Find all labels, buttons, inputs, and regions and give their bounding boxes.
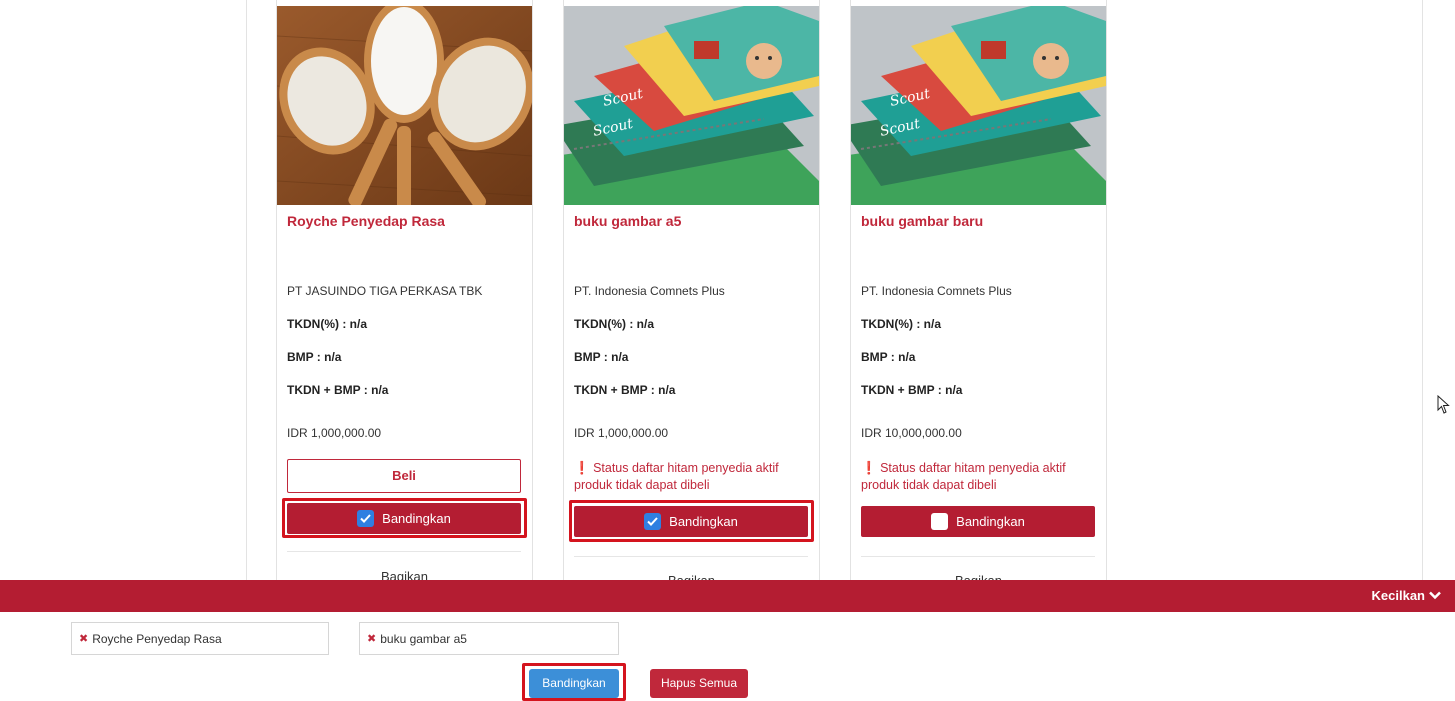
selected-item-label: buku gambar a5: [380, 631, 467, 646]
bmp-value: BMP : n/a: [287, 350, 342, 364]
bmp-value: BMP : n/a: [861, 350, 916, 364]
product-price: IDR 1,000,000.00: [574, 426, 669, 440]
compare-label: Bandingkan: [382, 511, 451, 526]
divider: [287, 551, 521, 552]
warning-text: Status daftar hitam penyedia aktif produ…: [574, 461, 779, 492]
product-card: Scout Scout buku gambar baru PT. Indones…: [850, 0, 1107, 588]
tkdn-value: TKDN(%) : n/a: [287, 317, 367, 331]
vendor-name: PT JASUINDO TIGA PERKASA TBK: [287, 284, 483, 298]
product-card: Scout Scout buku gambar a5 PT. Indonesia…: [563, 0, 820, 588]
compare-label: Bandingkan: [956, 514, 1025, 529]
divider: [574, 556, 808, 557]
product-image[interactable]: [277, 6, 532, 205]
remove-icon[interactable]: ✖: [79, 632, 88, 645]
compare-bar: Kecilkan: [0, 580, 1455, 612]
remove-icon[interactable]: ✖: [367, 632, 376, 645]
compare-selected-item: ✖ Royche Penyedap Rasa: [71, 622, 329, 655]
product-image[interactable]: Scout Scout: [564, 6, 819, 205]
product-title[interactable]: buku gambar baru: [861, 213, 983, 229]
product-price: IDR 10,000,000.00: [861, 426, 962, 440]
tkdn-bmp-value: TKDN + BMP : n/a: [574, 383, 676, 397]
compare-submit-button[interactable]: Bandingkan: [529, 669, 619, 698]
tkdn-value: TKDN(%) : n/a: [861, 317, 941, 331]
checkbox-checked-icon[interactable]: [357, 510, 375, 527]
buy-button[interactable]: Beli: [287, 459, 521, 493]
product-card: Royche Penyedap Rasa PT JASUINDO TIGA PE…: [276, 0, 533, 584]
product-image[interactable]: Scout Scout: [851, 6, 1106, 205]
tkdn-bmp-value: TKDN + BMP : n/a: [287, 383, 389, 397]
info-circle-icon: ❗: [861, 461, 877, 475]
checkbox-unchecked-icon[interactable]: [931, 513, 949, 530]
chevron-down-icon: [1429, 588, 1441, 603]
tkdn-value: TKDN(%) : n/a: [574, 317, 654, 331]
product-price: IDR 1,000,000.00: [287, 426, 382, 440]
checkbox-checked-icon[interactable]: [644, 513, 662, 530]
bmp-value: BMP : n/a: [574, 350, 629, 364]
product-title[interactable]: buku gambar a5: [574, 213, 681, 229]
vendor-name: PT. Indonesia Comnets Plus: [861, 284, 1012, 298]
compare-button[interactable]: Bandingkan: [287, 503, 521, 534]
blacklist-warning: ❗ Status daftar hitam penyedia aktif pro…: [861, 460, 1101, 494]
compare-button[interactable]: Bandingkan: [861, 506, 1095, 537]
vendor-name: PT. Indonesia Comnets Plus: [574, 284, 725, 298]
compare-label: Bandingkan: [669, 514, 738, 529]
product-title[interactable]: Royche Penyedap Rasa: [287, 213, 445, 229]
info-circle-icon: ❗: [574, 461, 590, 475]
compare-selected-item: ✖ buku gambar a5: [359, 622, 619, 655]
selected-item-label: Royche Penyedap Rasa: [92, 631, 222, 646]
shrink-toggle[interactable]: Kecilkan: [1372, 588, 1441, 603]
shrink-label: Kecilkan: [1371, 588, 1425, 603]
warning-text: Status daftar hitam penyedia aktif produ…: [861, 461, 1066, 492]
divider: [861, 556, 1095, 557]
tkdn-bmp-value: TKDN + BMP : n/a: [861, 383, 963, 397]
compare-button[interactable]: Bandingkan: [574, 506, 808, 537]
blacklist-warning: ❗ Status daftar hitam penyedia aktif pro…: [574, 460, 814, 494]
clear-all-button[interactable]: Hapus Semua: [650, 669, 748, 698]
mouse-cursor-icon: [1437, 394, 1451, 420]
